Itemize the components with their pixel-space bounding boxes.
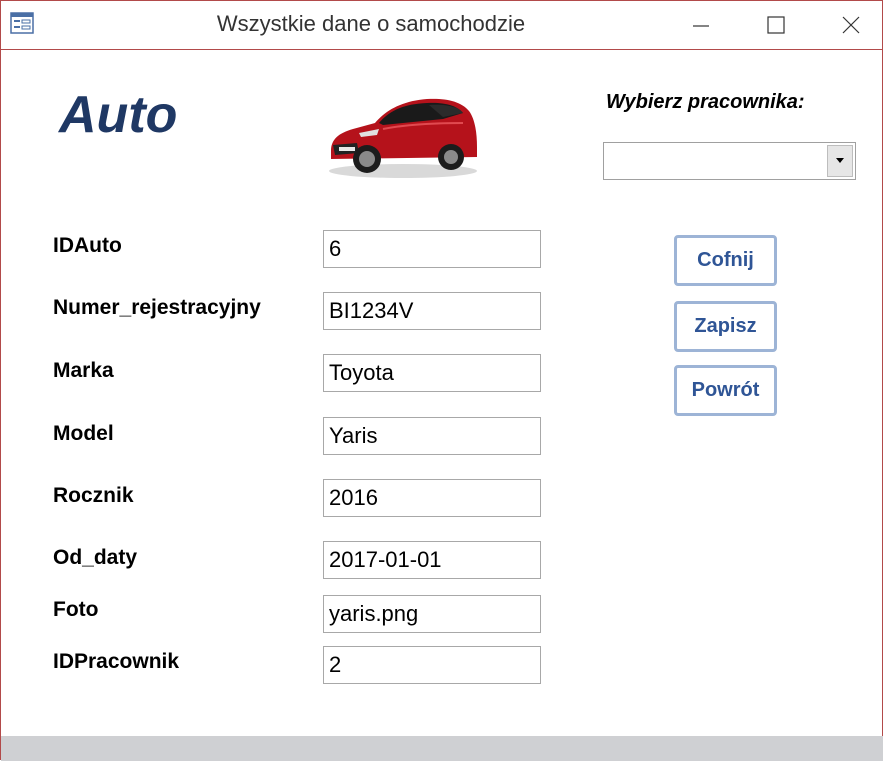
numer-rejestracyjny-input[interactable]: BI1234V bbox=[323, 292, 541, 330]
rocznik-input[interactable]: 2016 bbox=[323, 479, 541, 517]
field-label-numer-rejestracyjny: Numer_rejestracyjny bbox=[53, 296, 261, 319]
form-title: Auto bbox=[59, 86, 178, 144]
minimize-icon bbox=[693, 25, 709, 27]
title-bar[interactable]: Wszystkie dane o samochodzie bbox=[1, 1, 882, 50]
employee-select[interactable] bbox=[603, 142, 856, 180]
employee-select-label: Wybierz pracownika: bbox=[606, 91, 805, 113]
dropdown-arrow-button[interactable] bbox=[827, 145, 853, 177]
chevron-down-icon bbox=[836, 158, 844, 163]
field-label-foto: Foto bbox=[53, 598, 99, 621]
maximize-button[interactable] bbox=[741, 1, 811, 49]
od-daty-input[interactable]: 2017-01-01 bbox=[323, 541, 541, 579]
idpracownik-input[interactable]: 2 bbox=[323, 646, 541, 684]
field-label-model: Model bbox=[53, 422, 114, 445]
model-input[interactable]: Yaris bbox=[323, 417, 541, 455]
close-icon bbox=[842, 16, 860, 34]
maximize-icon bbox=[767, 16, 785, 34]
field-label-idauto: IDAuto bbox=[53, 234, 122, 257]
back-button[interactable]: Powrót bbox=[674, 365, 777, 416]
field-label-od-daty: Od_daty bbox=[53, 546, 138, 569]
marka-input[interactable]: Toyota bbox=[323, 354, 541, 392]
idauto-input[interactable]: 6 bbox=[323, 230, 541, 268]
form-icon bbox=[10, 12, 34, 34]
window-title: Wszystkie dane o samochodzie bbox=[216, 11, 526, 36]
save-button[interactable]: Zapisz bbox=[674, 301, 777, 352]
minimize-button[interactable] bbox=[666, 1, 736, 49]
status-bar bbox=[1, 736, 883, 761]
close-button[interactable] bbox=[816, 1, 883, 49]
undo-button[interactable]: Cofnij bbox=[674, 235, 777, 286]
field-label-marka: Marka bbox=[53, 359, 114, 382]
car-image bbox=[323, 89, 483, 181]
form-window: Wszystkie dane o samochodzie Auto Wybier… bbox=[0, 0, 883, 761]
field-label-idpracownik: IDPracownik bbox=[53, 650, 180, 673]
field-label-rocznik: Rocznik bbox=[53, 484, 134, 507]
foto-input[interactable]: yaris.png bbox=[323, 595, 541, 633]
